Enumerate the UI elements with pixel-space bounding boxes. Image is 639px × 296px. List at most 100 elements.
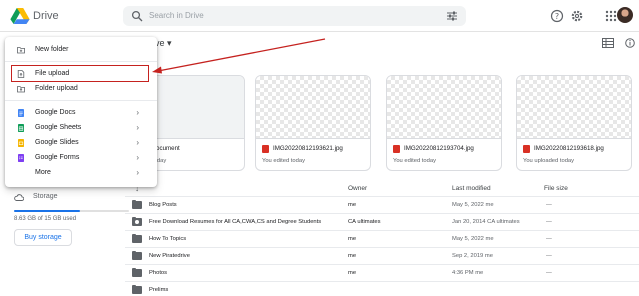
- new-item-menu: New folder File upload Folder upload Goo…: [5, 37, 157, 187]
- file-owner: CA ultimates: [348, 219, 381, 225]
- file-modified: Sep 2, 2019 me: [452, 253, 493, 259]
- drive-app: Drive Search in Drive ? ve ▾ ed document…: [0, 0, 639, 296]
- list-view-icon[interactable]: [602, 38, 614, 48]
- menu-item-label: New folder: [35, 46, 69, 53]
- card-title: IMG20220812193704.jpg: [404, 145, 474, 152]
- suggested-card[interactable]: IMG20220812193618.jpg You uploaded today: [516, 75, 632, 171]
- search-icon[interactable]: [131, 10, 143, 22]
- image-file-icon: [523, 145, 530, 153]
- menu-divider: [5, 61, 157, 62]
- storage-usage-fill: [14, 210, 81, 212]
- file-name: Blog Posts: [149, 202, 177, 208]
- file-modified: 4:36 PM me: [452, 270, 484, 276]
- search-options-icon[interactable]: [446, 10, 458, 22]
- storage-label: Storage: [33, 193, 58, 200]
- table-row[interactable]: Prelims: [125, 281, 639, 296]
- folder-icon: [132, 285, 142, 294]
- menu-divider: [5, 100, 157, 101]
- svg-text:?: ?: [555, 12, 559, 21]
- menu-item-label: Folder upload: [35, 85, 78, 92]
- breadcrumb[interactable]: ve ▾: [155, 38, 172, 49]
- image-file-icon: [262, 145, 269, 153]
- file-owner: me: [348, 253, 357, 259]
- file-name: Prelims: [149, 287, 169, 293]
- card-subtitle: You uploaded today: [523, 158, 575, 164]
- card-thumbnail: [517, 76, 631, 139]
- google-forms-icon: [18, 154, 24, 162]
- search-input[interactable]: Search in Drive: [149, 11, 204, 20]
- table-row[interactable]: Blog Posts me May 5, 2022 me —: [125, 196, 639, 213]
- menu-item-google-docs[interactable]: Google Docs ›: [5, 106, 157, 120]
- file-size: —: [546, 202, 552, 208]
- cloud-storage-icon: [14, 194, 24, 201]
- folder-upload-icon: [17, 86, 25, 93]
- google-slides-icon: [18, 139, 24, 147]
- file-modified: May 5, 2022 me: [452, 202, 494, 208]
- file-name: New Piratedrive: [149, 253, 190, 259]
- menu-item-google-slides[interactable]: Google Slides ›: [5, 136, 157, 150]
- card-thumbnail: [387, 76, 501, 139]
- google-docs-icon: [18, 109, 24, 117]
- account-avatar[interactable]: [617, 7, 633, 23]
- card-title: IMG20220812193618.jpg: [534, 145, 604, 152]
- app-name: Drive: [33, 10, 59, 22]
- folder-icon: [132, 234, 142, 243]
- new-folder-icon: [17, 47, 25, 54]
- file-size: —: [546, 219, 552, 225]
- table-row[interactable]: New Piratedrive me Sep 2, 2019 me —: [125, 247, 639, 264]
- suggested-card[interactable]: IMG20220812193621.jpg You edited today: [255, 75, 371, 171]
- menu-item-google-sheets[interactable]: Google Sheets ›: [5, 121, 157, 135]
- file-upload-highlight-box: [11, 65, 149, 82]
- menu-item-new-folder[interactable]: New folder: [5, 43, 157, 57]
- chevron-right-icon: ›: [136, 153, 139, 162]
- chevron-right-icon: ›: [136, 138, 139, 147]
- settings-gear-icon[interactable]: [570, 9, 584, 23]
- file-name: Photos: [149, 270, 168, 276]
- help-icon[interactable]: ?: [550, 9, 564, 23]
- file-owner: me: [348, 236, 357, 242]
- google-sheets-icon: [18, 124, 24, 132]
- menu-item-folder-upload[interactable]: Folder upload: [5, 82, 157, 96]
- file-owner: me: [348, 270, 357, 276]
- buy-storage-button[interactable]: Buy storage: [14, 229, 72, 246]
- storage-usage-bar: [14, 210, 129, 212]
- menu-item-label: Google Slides: [35, 139, 79, 146]
- menu-item-more[interactable]: More ›: [5, 166, 157, 180]
- file-size: —: [546, 253, 552, 259]
- file-name: How To Topics: [149, 236, 187, 242]
- table-row[interactable]: Free Download Resumes for All CA,CWA,CS …: [125, 213, 639, 230]
- file-modified: Jan 20, 2014 CA ultimates: [452, 219, 520, 225]
- storage-usage-text: 8.63 GB of 15 GB used: [14, 216, 77, 222]
- column-header-file-size[interactable]: File size: [544, 185, 568, 192]
- card-thumbnail: [256, 76, 370, 139]
- card-subtitle: You edited today: [262, 158, 305, 164]
- file-size: —: [546, 270, 552, 276]
- column-header-owner[interactable]: Owner: [348, 185, 367, 192]
- menu-item-label: More: [35, 169, 51, 176]
- drive-logo-icon[interactable]: [10, 8, 30, 24]
- shared-folder-icon: [132, 217, 142, 226]
- file-modified: May 5, 2022 me: [452, 236, 494, 242]
- image-file-icon: [393, 145, 400, 153]
- file-name: Free Download Resumes for All CA,CWA,CS …: [149, 219, 322, 225]
- details-info-icon[interactable]: [624, 38, 636, 48]
- card-title: IMG20220812193621.jpg: [273, 145, 343, 152]
- table-row[interactable]: How To Topics me May 5, 2022 me —: [125, 230, 639, 247]
- folder-icon: [132, 200, 142, 209]
- menu-item-google-forms[interactable]: Google Forms ›: [5, 151, 157, 165]
- file-size: —: [546, 236, 552, 242]
- menu-item-label: Google Sheets: [35, 124, 82, 131]
- top-header: Drive Search in Drive ?: [0, 0, 639, 32]
- column-header-last-modified[interactable]: Last modified: [452, 185, 491, 192]
- folder-icon: [132, 251, 142, 260]
- table-row[interactable]: Photos me 4:36 PM me —: [125, 264, 639, 281]
- search-bar[interactable]: Search in Drive: [123, 6, 466, 26]
- apps-grid-icon[interactable]: [604, 9, 618, 23]
- menu-item-label: Google Docs: [35, 109, 76, 116]
- chevron-right-icon: ›: [136, 108, 139, 117]
- card-subtitle: You edited today: [393, 158, 436, 164]
- suggested-card[interactable]: IMG20220812193704.jpg You edited today: [386, 75, 502, 171]
- chevron-right-icon: ›: [136, 168, 139, 177]
- folder-icon: [132, 268, 142, 277]
- chevron-right-icon: ›: [136, 123, 139, 132]
